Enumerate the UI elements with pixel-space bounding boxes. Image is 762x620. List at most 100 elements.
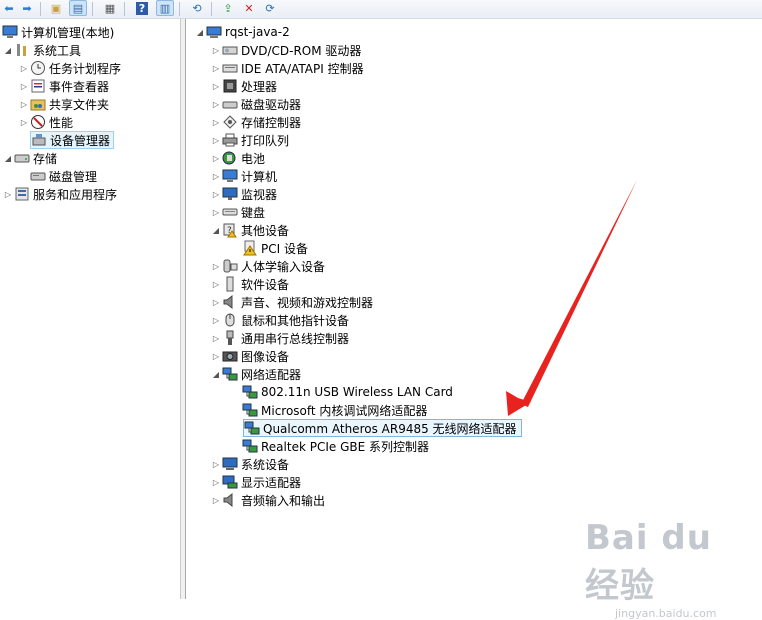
category-label: 显示适配器 xyxy=(241,475,302,490)
expand-arrow-icon[interactable]: ▷ xyxy=(210,82,222,91)
enable-device-icon: ⟳ xyxy=(265,1,275,15)
up-button[interactable]: ▣ xyxy=(47,0,65,16)
category-computer[interactable]: ▷ 计算机 xyxy=(210,167,277,185)
category-label: 键盘 xyxy=(241,205,266,220)
toolbar-separator xyxy=(211,2,212,16)
tree-item-disk-management[interactable]: 磁盘管理 xyxy=(30,167,97,185)
tree-item-computer-management[interactable]: 计算机管理(本地) xyxy=(2,23,114,41)
tree-item-label: 磁盘管理 xyxy=(49,169,98,184)
back-button[interactable]: ⬅ xyxy=(0,0,18,16)
network-adapter-icon xyxy=(242,402,258,418)
category-audio-io[interactable]: ▷ 音频输入和输出 xyxy=(210,491,325,509)
expand-arrow-icon[interactable]: ▷ xyxy=(18,100,30,109)
collapse-arrow-icon[interactable]: ◢ xyxy=(194,28,206,37)
expand-arrow-icon[interactable]: ▷ xyxy=(18,64,30,73)
collapse-arrow-icon[interactable]: ◢ xyxy=(210,370,222,379)
expand-arrow-icon[interactable]: ▷ xyxy=(210,46,222,55)
category-keyboards[interactable]: ▷ 键盘 xyxy=(210,203,265,221)
category-software-devices[interactable]: ▷ 软件设备 xyxy=(210,275,289,293)
category-other-devices[interactable]: ◢ ? 其他设备 xyxy=(210,221,289,239)
expand-arrow-icon[interactable]: ▷ xyxy=(210,190,222,199)
update-driver-button[interactable]: ⇪ xyxy=(219,0,237,16)
expand-arrow-icon[interactable]: ▷ xyxy=(2,190,14,199)
expand-arrow-icon[interactable]: ▷ xyxy=(18,82,30,91)
collapse-arrow-icon[interactable]: ◢ xyxy=(210,226,222,235)
tree-item-device-manager[interactable]: 设备管理器 xyxy=(30,131,115,149)
enable-button[interactable]: ⟳ xyxy=(261,0,279,16)
optical-drive-icon xyxy=(222,42,238,58)
category-mice[interactable]: ▷ 鼠标和其他指针设备 xyxy=(210,311,349,329)
clock-icon xyxy=(30,60,46,76)
category-network-adapters[interactable]: ◢ 网络适配器 xyxy=(210,365,301,383)
expand-arrow-icon[interactable]: ▷ xyxy=(210,460,222,469)
expand-arrow-icon[interactable]: ▷ xyxy=(210,262,222,271)
device-microsoft-kernel-debug[interactable]: Microsoft 内核调试网络适配器 xyxy=(242,401,427,419)
watermark-brand: Bai du 经验 xyxy=(585,518,712,606)
tree-item-label: 事件查看器 xyxy=(49,79,110,94)
expand-arrow-icon[interactable]: ▷ xyxy=(210,496,222,505)
tree-item-storage[interactable]: ◢ 存储 xyxy=(2,149,57,167)
device-manager-icon xyxy=(31,132,47,148)
category-ide-ata[interactable]: ▷ IDE ATA/ATAPI 控制器 xyxy=(210,59,364,77)
category-system-devices[interactable]: ▷ 系统设备 xyxy=(210,455,289,473)
category-hid[interactable]: ▷ 人体学输入设备 xyxy=(210,257,325,275)
expand-arrow-icon[interactable]: ▷ xyxy=(210,136,222,145)
unknown-device-icon: ? xyxy=(222,222,238,238)
expand-arrow-icon[interactable]: ▷ xyxy=(18,118,30,127)
expand-arrow-icon[interactable]: ▷ xyxy=(210,280,222,289)
device-pci[interactable]: PCI 设备 xyxy=(242,239,308,257)
collapse-arrow-icon[interactable]: ◢ xyxy=(2,46,14,55)
device-usb-wireless-lan[interactable]: 802.11n USB Wireless LAN Card xyxy=(242,383,453,401)
category-print-queues[interactable]: ▷ 打印队列 xyxy=(210,131,289,149)
export-button[interactable]: ▦ xyxy=(101,0,119,16)
category-processor[interactable]: ▷ 处理器 xyxy=(210,77,277,95)
computer-icon xyxy=(206,24,222,40)
device-realtek-gbe[interactable]: Realtek PCIe GBE 系列控制器 xyxy=(242,437,429,455)
expand-arrow-icon[interactable]: ▷ xyxy=(210,478,222,487)
software-device-icon xyxy=(222,276,238,292)
warning-device-icon xyxy=(242,240,258,256)
category-usb-controllers[interactable]: ▷ 通用串行总线控制器 xyxy=(210,329,349,347)
expand-arrow-icon[interactable]: ▷ xyxy=(210,316,222,325)
device-tree-pane: ◢ rqst-java-2 ▷ DVD/CD-ROM 驱动器 ▷ IDE ATA… xyxy=(186,19,762,599)
help-button[interactable]: ? xyxy=(133,0,151,16)
category-batteries[interactable]: ▷ 电池 xyxy=(210,149,265,167)
tree-item-services-applications[interactable]: ▷ 服务和应用程序 xyxy=(2,185,117,203)
expand-arrow-icon[interactable]: ▷ xyxy=(210,334,222,343)
device-label: PCI 设备 xyxy=(261,241,308,256)
expand-arrow-icon[interactable]: ▷ xyxy=(210,154,222,163)
expand-arrow-icon[interactable]: ▷ xyxy=(210,172,222,181)
expand-arrow-icon[interactable]: ▷ xyxy=(210,118,222,127)
tree-item-task-scheduler[interactable]: ▷ 任务计划程序 xyxy=(18,59,121,77)
expand-arrow-icon[interactable]: ▷ xyxy=(210,100,222,109)
expand-arrow-icon[interactable]: ▷ xyxy=(210,298,222,307)
tree-item-shared-folders[interactable]: ▷ 共享文件夹 xyxy=(18,95,109,113)
category-label: DVD/CD-ROM 驱动器 xyxy=(241,43,362,58)
scan-button[interactable]: ⟲ xyxy=(188,0,206,16)
expand-arrow-icon[interactable]: ▷ xyxy=(210,352,222,361)
tree-item-system-tools[interactable]: ◢ 系统工具 xyxy=(2,41,81,59)
device-root-computer[interactable]: ◢ rqst-java-2 xyxy=(194,23,290,41)
action-pane-button[interactable]: ▥ xyxy=(156,0,174,16)
update-driver-icon: ⇪ xyxy=(223,1,233,15)
tree-item-performance[interactable]: ▷ 性能 xyxy=(18,113,73,131)
category-display-adapters[interactable]: ▷ 显示适配器 xyxy=(210,473,301,491)
device-qualcomm-atheros[interactable]: Qualcomm Atheros AR9485 无线网络适配器 xyxy=(243,419,522,437)
expand-arrow-icon[interactable]: ▷ xyxy=(210,208,222,217)
category-disk-drives[interactable]: ▷ 磁盘驱动器 xyxy=(210,95,301,113)
network-adapter-icon xyxy=(242,438,258,454)
show-tree-button[interactable]: ▤ xyxy=(69,0,87,16)
toolbar-separator xyxy=(124,2,125,16)
category-monitors[interactable]: ▷ 监视器 xyxy=(210,185,277,203)
forward-button[interactable]: ➡ xyxy=(18,0,36,16)
expand-arrow-icon[interactable]: ▷ xyxy=(210,64,222,73)
storage-icon xyxy=(14,150,30,166)
help-icon: ? xyxy=(135,1,149,15)
category-sound-video-game[interactable]: ▷ 声音、视频和游戏控制器 xyxy=(210,293,373,311)
tree-item-event-viewer[interactable]: ▷ 事件查看器 xyxy=(18,77,109,95)
category-storage-controllers[interactable]: ▷ 存储控制器 xyxy=(210,113,301,131)
uninstall-button[interactable]: ✕ xyxy=(240,0,258,16)
category-dvd-cdrom[interactable]: ▷ DVD/CD-ROM 驱动器 xyxy=(210,41,362,59)
collapse-arrow-icon[interactable]: ◢ xyxy=(2,154,14,163)
category-imaging-devices[interactable]: ▷ 图像设备 xyxy=(210,347,289,365)
